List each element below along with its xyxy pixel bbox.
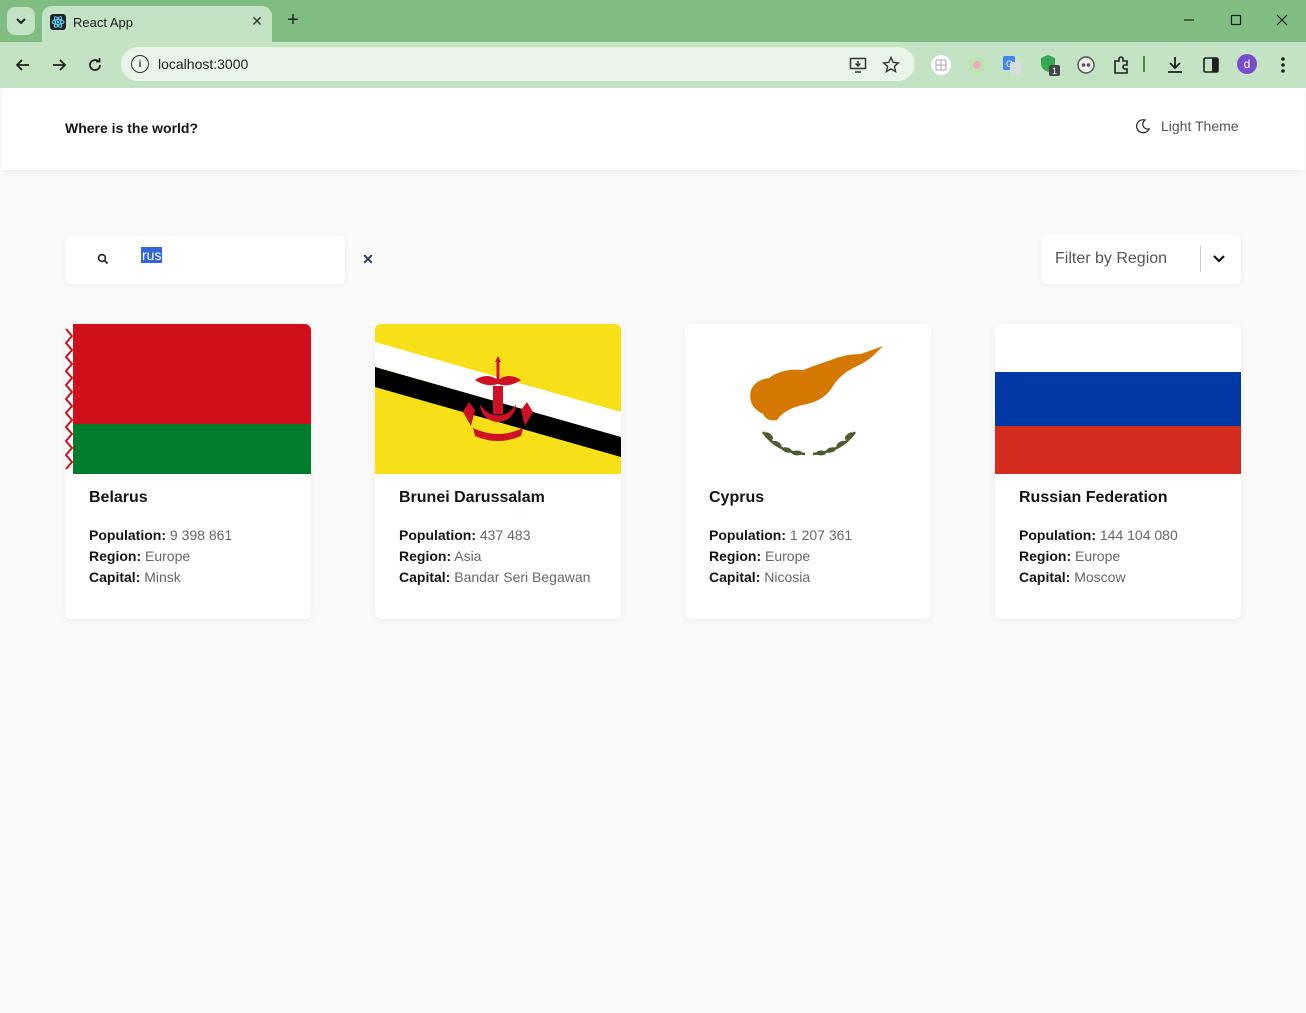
population-line: Population: 9 398 861 [89,527,233,543]
country-card[interactable]: Cyprus Population: 1 207 361 Region: Eur… [685,324,931,619]
tab-search-button[interactable] [7,7,35,35]
side-panel-icon[interactable] [1199,53,1223,77]
extension-shield-icon[interactable]: 1 [1038,53,1062,77]
svg-text:1: 1 [1052,66,1057,76]
card-body: Brunei Darussalam Population: 437 483 Re… [399,489,611,588]
capital-value: Bandar Seri Begawan [454,569,591,585]
card-body: Cyprus Population: 1 207 361 Region: Eur… [709,489,921,588]
brunei-flag [375,324,621,474]
app-header: Where is the world? Light Theme [1,88,1305,170]
country-name: Russian Federation [1019,489,1168,506]
forward-button[interactable] [45,51,73,79]
chevron-down-icon [1213,255,1225,263]
extension-mask-icon[interactable] [1074,53,1098,77]
russia-flag [995,324,1241,474]
app-title: Where is the world? [65,120,199,136]
search-input[interactable]: rus [141,247,291,271]
filter-label: Filter by Region [1055,250,1168,267]
population-value: 9 398 861 [169,527,233,543]
page-content: Where is the world? Light Theme rus ✕ Fi… [1,88,1305,1012]
country-name: Cyprus [709,489,765,506]
region-line: Region: Asia [399,548,482,564]
country-name: Belarus [89,489,148,506]
new-tab-button[interactable]: + [282,9,304,31]
region-line: Region: Europe [89,548,191,564]
browser-tab-bar: React App ✕ + [0,0,1306,42]
capital-value: Moscow [1074,569,1126,585]
cyprus-flag [685,324,931,474]
region-value: Europe [1075,548,1121,564]
arrow-left-icon [15,59,29,71]
tab-close-icon[interactable]: ✕ [248,12,266,30]
capital-value: Minsk [144,569,181,585]
browser-menu-icon[interactable] [1271,53,1295,77]
region-value: Europe [145,548,191,564]
url-text: localhost:3000 [158,56,249,72]
region-line: Region: Europe [709,548,811,564]
close-window-button[interactable] [1269,8,1295,32]
react-logo-icon [50,14,66,30]
card-body: Belarus Population: 9 398 861 Region: Eu… [89,489,301,588]
filter-divider [1200,246,1201,272]
maximize-button[interactable] [1223,8,1249,32]
minimize-button[interactable] [1176,8,1202,32]
region-value: Asia [454,548,482,564]
population-line: Population: 1 207 361 [709,527,853,543]
search-icon [97,253,109,265]
google-translate-icon[interactable]: G [1000,53,1024,77]
extensions-puzzle-icon[interactable] [1109,53,1133,77]
capital-line: Capital: Moscow [1019,569,1126,585]
population-value: 437 483 [479,527,531,543]
clear-search-icon[interactable]: ✕ [361,251,375,267]
country-name: Brunei Darussalam [399,489,545,506]
card-body: Russian Federation Population: 144 104 0… [1019,489,1231,588]
region-line: Region: Europe [1019,548,1121,564]
downloads-icon[interactable] [1163,53,1187,77]
profile-avatar[interactable]: d [1237,54,1257,74]
country-card[interactable]: Russian Federation Population: 144 104 0… [995,324,1241,619]
population-line: Population: 437 483 [399,527,531,543]
extension-flower-icon[interactable] [965,53,989,77]
back-button[interactable] [9,51,37,79]
population-line: Population: 144 104 080 [1019,527,1178,543]
theme-label: Light Theme [1161,118,1239,134]
reload-icon [89,58,101,71]
region-filter-select[interactable]: Filter by Region [1041,234,1241,284]
search-box[interactable]: rus ✕ [65,235,374,284]
search-input-value: rus [141,247,163,263]
capital-line: Capital: Minsk [89,569,181,585]
browser-toolbar: i localhost:3000 G 1 d [0,42,1306,88]
country-card[interactable]: Belarus Population: 9 398 861 Region: Eu… [65,324,311,619]
population-value: 144 104 080 [1099,527,1178,543]
address-bar[interactable]: i localhost:3000 [121,47,915,81]
browser-tab[interactable]: React App ✕ [42,6,272,42]
extension-grid-icon[interactable] [929,53,953,77]
site-info-icon[interactable]: i [131,55,149,73]
capital-value: Nicosia [764,569,811,585]
region-value: Europe [765,548,811,564]
theme-toggle-button[interactable]: Light Theme [1135,118,1239,134]
install-app-icon[interactable] [848,55,868,75]
tab-title: React App [73,15,133,30]
reload-button[interactable] [81,51,109,79]
population-value: 1 207 361 [789,527,853,543]
capital-line: Capital: Nicosia [709,569,811,585]
arrow-right-icon [53,59,67,71]
capital-line: Capital: Bandar Seri Begawan [399,569,591,585]
belarus-flag [65,324,311,474]
chevron-down-icon [16,18,26,25]
moon-icon [1136,119,1151,134]
toolbar-divider [1143,56,1145,72]
bookmark-star-icon[interactable] [881,55,901,75]
country-card[interactable]: Brunei Darussalam Population: 437 483 Re… [375,324,621,619]
